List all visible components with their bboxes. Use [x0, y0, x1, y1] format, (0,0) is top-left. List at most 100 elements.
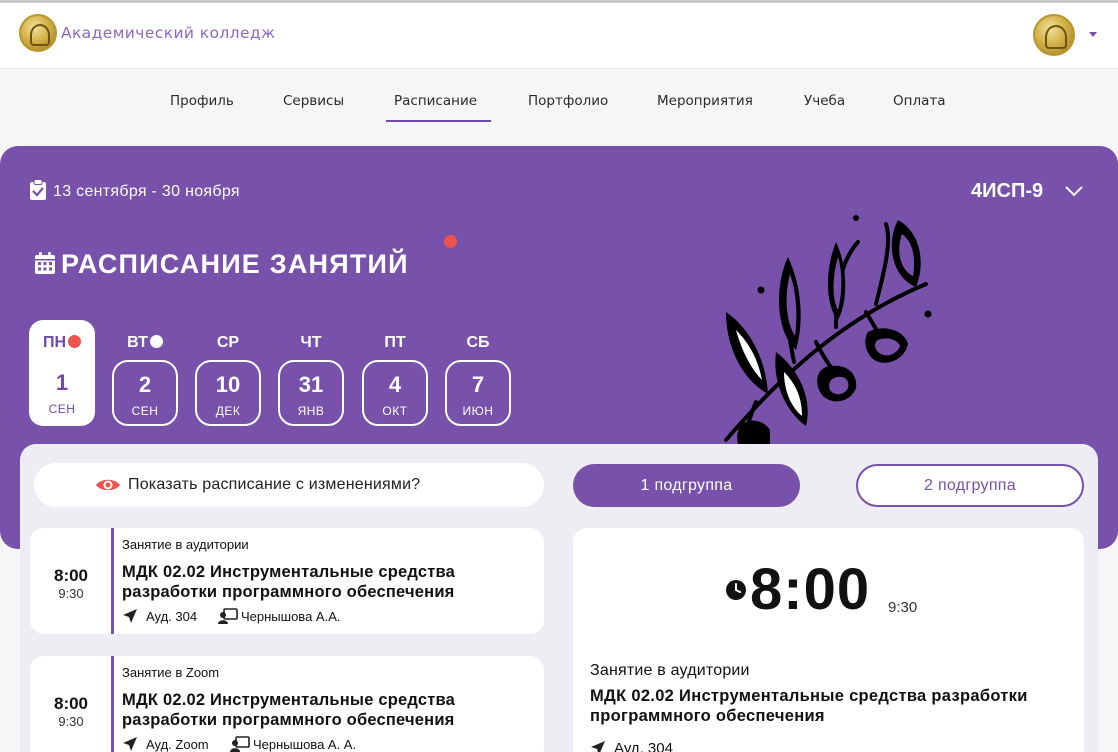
nav-item-study[interactable]: Учеба: [804, 93, 845, 109]
day-box: 4 ОКТ: [362, 360, 428, 426]
detail-type: Занятие в аудитории: [590, 662, 750, 679]
group-select[interactable]: 4ИСП-9: [971, 180, 1043, 203]
user-avatar[interactable]: [1033, 14, 1075, 56]
location-arrow-icon: [123, 609, 137, 623]
day-name: ЧТ: [278, 334, 344, 354]
lesson-accent-bar: [111, 528, 114, 634]
day-number: 4: [388, 372, 402, 397]
detail-name: МДК 02.02 Инструментальные средства разр…: [590, 687, 1028, 725]
day-number: 31: [298, 372, 324, 397]
day-name: ПТ: [362, 334, 428, 354]
day-box: 7 ИЮН: [445, 360, 511, 426]
lesson-start-time: 8:00: [53, 694, 89, 713]
day-tab[interactable]: ЧТ 31 ЯНВ: [278, 320, 344, 426]
lesson-teacher: Чернышова А.А.: [218, 608, 340, 624]
nav-item-services[interactable]: Сервисы: [283, 93, 344, 109]
brand-name[interactable]: Академический колледж: [61, 24, 275, 42]
day-number: 10: [215, 372, 241, 397]
nav-item-profile[interactable]: Профиль: [170, 93, 234, 109]
day-name: СР: [195, 334, 261, 354]
lesson-card[interactable]: 8:00 9:30 Занятие в аудитории МДК 02.02 …: [30, 528, 544, 634]
lesson-accent-bar: [111, 656, 114, 752]
lesson-room: Ауд. 304: [122, 608, 197, 624]
lesson-room: Ауд. Zoom: [122, 736, 209, 752]
date-range: 13 сентября - 30 ноября: [53, 183, 240, 200]
teacher-icon: [230, 736, 250, 752]
day-status-dot: [149, 335, 163, 348]
day-box: 31 ЯНВ: [278, 360, 344, 426]
day-number: 1: [55, 370, 69, 395]
notification-dot: [444, 235, 457, 248]
day-month: ЯНВ: [297, 404, 325, 418]
day-name: ПН: [29, 334, 95, 354]
day-status-dot: [68, 335, 82, 348]
teacher-icon: [218, 608, 238, 624]
lesson-detail-card: 8:00 9:30 Занятие в аудитории МДК 02.02 …: [573, 528, 1084, 752]
nav-active-indicator: [386, 120, 491, 122]
lesson-card[interactable]: 8:00 9:30 Занятие в Zoom МДК 02.02 Инстр…: [30, 656, 544, 752]
lesson-room-label: Ауд. Zoom: [146, 737, 209, 752]
lesson-type: Занятие в Zoom: [122, 665, 220, 680]
day-name-label: ЧТ: [300, 334, 322, 351]
day-name-label: ПТ: [384, 334, 406, 351]
cherry-branch-illustration: [724, 215, 932, 444]
day-tab[interactable]: СБ 7 ИЮН: [445, 320, 511, 426]
day-box: 1 СЕН: [29, 360, 95, 426]
show-changes-label: Показать расписание с изменениями?: [128, 476, 421, 493]
day-box: 2 СЕН: [112, 360, 178, 426]
lesson-room-label: Ауд. 304: [146, 609, 198, 624]
detail-room-label: Ауд. 304: [614, 740, 673, 752]
day-tab[interactable]: ВТ 2 СЕН: [112, 320, 178, 426]
app-header: Академический колледж: [0, 3, 1118, 69]
lesson-time: 8:00 9:30: [30, 528, 112, 634]
day-month: ОКТ: [382, 404, 408, 418]
day-tab[interactable]: СР 10 ДЕК: [195, 320, 261, 426]
lesson-time: 8:00 9:30: [30, 656, 112, 752]
detail-room: Ауд. 304: [590, 740, 673, 752]
lesson-teacher: Чернышова А. А.: [230, 736, 356, 752]
eye-icon: [96, 479, 120, 491]
page-title: РАСПИСАНИЕ ЗАНЯТИЙ: [61, 249, 409, 279]
day-name-label: СР: [216, 334, 240, 351]
main-nav: Профиль Сервисы Расписание Портфолио Мер…: [0, 82, 1118, 122]
lesson-type: Занятие в аудитории: [122, 537, 249, 552]
day-month: ИЮН: [462, 404, 494, 418]
day-number: 7: [471, 372, 485, 397]
subgroup-2-button[interactable]: 2 подгруппа: [856, 464, 1084, 507]
nav-item-events[interactable]: Мероприятия: [657, 93, 753, 109]
chevron-down-icon[interactable]: [1089, 32, 1097, 37]
day-name-label: ПН: [42, 334, 67, 351]
college-logo-icon[interactable]: [19, 14, 57, 52]
day-box: 10 ДЕК: [195, 360, 261, 426]
location-arrow-icon: [591, 741, 605, 752]
clipboard-check-icon: [30, 179, 46, 200]
day-tab[interactable]: ПТ 4 ОКТ: [362, 320, 428, 426]
nav-item-portfolio[interactable]: Портфолио: [528, 93, 608, 109]
location-arrow-icon: [123, 737, 137, 751]
detail-end-time: 9:30: [888, 599, 918, 616]
day-month: СЕН: [131, 404, 159, 418]
chevron-down-icon[interactable]: [1064, 183, 1084, 199]
lesson-teacher-label: Чернышова А.А.: [241, 609, 341, 624]
nav-item-schedule[interactable]: Расписание: [394, 93, 477, 109]
lesson-end-time: 9:30: [58, 586, 84, 601]
lesson-teacher-label: Чернышова А. А.: [253, 737, 357, 752]
lesson-name: МДК 02.02 Инструментальные средства разр…: [122, 563, 456, 601]
day-name: СБ: [445, 334, 511, 354]
lesson-start-time: 8:00: [53, 566, 89, 585]
show-changes-toggle[interactable]: Показать расписание с изменениями?: [34, 463, 544, 507]
subgroup-1-button[interactable]: 1 подгруппа: [573, 464, 800, 507]
day-name: ВТ: [112, 334, 178, 354]
detail-start-time: 8:00: [750, 557, 871, 622]
lesson-name: МДК 02.02 Инструментальные средства разр…: [122, 691, 456, 729]
day-number: 2: [138, 372, 152, 397]
day-month: ДЕК: [215, 404, 241, 418]
calendar-icon: [35, 252, 55, 274]
clock-icon: [726, 580, 746, 600]
day-tab[interactable]: ПН 1 СЕН: [29, 320, 95, 426]
day-month: СЕН: [48, 402, 76, 416]
day-name-label: СБ: [466, 334, 490, 351]
lesson-end-time: 9:30: [58, 714, 84, 729]
nav-item-payment[interactable]: Оплата: [893, 93, 946, 109]
day-name-label: ВТ: [127, 334, 148, 351]
